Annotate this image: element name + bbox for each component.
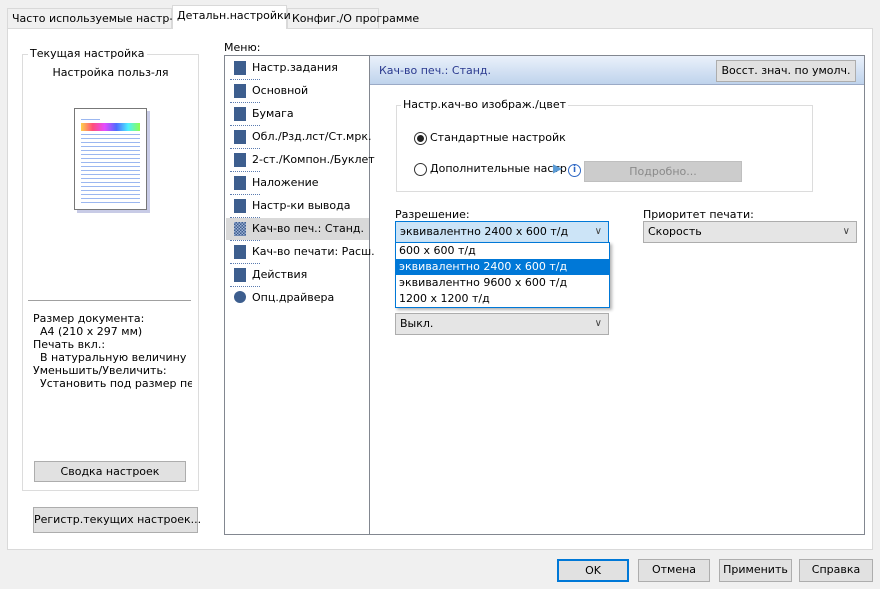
paper-icon [234,107,246,121]
resolution-select[interactable]: эквивалентно 2400 x 600 т/д ∨ [395,221,609,243]
menu-item[interactable]: Опц.драйвера [230,287,368,309]
menu-item[interactable]: Кач-во печати: Расш. [230,241,375,263]
resolution-value: эквивалентно 2400 x 600 т/д [400,225,569,238]
resolution-dropdown-list: 600 x 600 т/д эквивалентно 2400 x 600 т/… [395,242,610,308]
zoom-label: Уменьшить/Увеличить: [33,364,167,377]
section-title: Кач-во печ.: Станд. [379,64,492,77]
cancel-button[interactable]: Отмена [638,559,710,582]
resolution-option[interactable]: 600 x 600 т/д [396,243,609,259]
overlay-icon [234,176,246,190]
menu-item[interactable]: Наложение [230,172,368,194]
menu-item-label: Действия [252,268,308,281]
menu-item-label: Настр-ки вывода [252,199,351,212]
menu-item-label: Опц.драйвера [252,291,335,304]
color-management-select[interactable]: Выкл. ∨ [395,313,609,335]
radio-standard[interactable] [414,132,427,145]
doc-size-value: A4 (210 x 297 мм) [40,325,143,338]
chevron-down-icon: ∨ [594,318,602,329]
radio-standard-label: Стандартные настройк [430,131,566,144]
resolution-option[interactable]: эквивалентно 9600 x 600 т/д [396,275,609,291]
print-on-value: В натуральную величину [40,351,187,364]
ok-button[interactable]: OK [557,559,629,582]
summary-button[interactable]: Сводка настроек [34,461,186,482]
details-button[interactable]: Подробно... [584,161,742,182]
restore-defaults-button[interactable]: Восст. знач. по умолч. [716,60,856,82]
priority-select[interactable]: Скорость ∨ [643,221,857,243]
menu-item[interactable]: Кач-во печ.: Станд. [226,218,369,240]
zoom-value: Установить под размер печат [40,377,192,390]
job-settings-icon [234,61,246,75]
menu-item-label: 2-ст./Компон./Буклет [252,153,375,166]
menu-item[interactable]: Действия [230,264,368,286]
basic-icon [234,84,246,98]
chevron-down-icon: ∨ [594,226,602,237]
register-button[interactable]: Регистр.текущих настроек... [33,507,201,533]
tab-frequent[interactable]: Часто используемые настр-ки [7,8,187,29]
current-settings-title: Текущая настройка [28,47,147,60]
duplex-icon [234,153,246,167]
print-on-label: Печать вкл.: [33,338,106,351]
doc-size-label: Размер документа: [33,312,145,325]
actions-icon [234,268,246,282]
tab-config[interactable]: Конфиг./О программе [287,8,419,29]
radio-additional[interactable] [414,163,427,176]
resolution-option[interactable]: 1200 x 1200 т/д [396,291,609,307]
menu-item-label: Основной [252,84,309,97]
priority-value: Скорость [648,225,702,238]
menu-item-label: Обл./Рзд.лст/Ст.мрк. [252,130,372,143]
resolution-option[interactable]: эквивалентно 2400 x 600 т/д [396,259,609,275]
color-management-value: Выкл. [400,317,434,330]
chevron-down-icon: ∨ [842,226,850,237]
quality-advanced-icon [234,245,246,259]
priority-label: Приоритет печати: [643,208,754,221]
menu-item[interactable]: Обл./Рзд.лст/Ст.мрк. [230,126,372,148]
tab-detailed[interactable]: Детальн.настройки [172,5,291,29]
profile-name: Настройка польз-ля [52,66,169,79]
output-icon [234,199,246,213]
apply-button[interactable]: Применить [719,559,792,582]
play-arrow-icon[interactable]: ▶ [553,161,562,175]
menu-item-label: Наложение [252,176,319,189]
page-preview [74,108,147,210]
menu-item-label: Кач-во печати: Расш. [252,245,375,258]
quality-icon [234,222,246,236]
menu-item[interactable]: Настр-ки вывода [230,195,368,217]
menu-item-label: Кач-во печ.: Станд. [252,222,365,235]
menu-item[interactable]: 2-ст./Компон./Буклет [230,149,375,171]
info-icon[interactable]: i [568,164,581,177]
menu-item-label: Настр.задания [252,61,338,74]
resolution-label: Разрешение: [395,208,470,221]
menu-item[interactable]: Основной [230,80,368,102]
menu-item[interactable]: Бумага [230,103,368,125]
menu-item[interactable]: Настр.задания [230,57,368,79]
radio-additional-label: Дополнительные настр [430,162,567,175]
help-button[interactable]: Справка [799,559,873,582]
cover-icon [234,130,246,144]
menu-item-label: Бумага [252,107,294,120]
image-quality-title: Настр.кач-во изображ./цвет [401,98,569,111]
menu-label: Меню: [224,41,261,54]
gear-icon [234,291,246,303]
divider [28,300,191,301]
